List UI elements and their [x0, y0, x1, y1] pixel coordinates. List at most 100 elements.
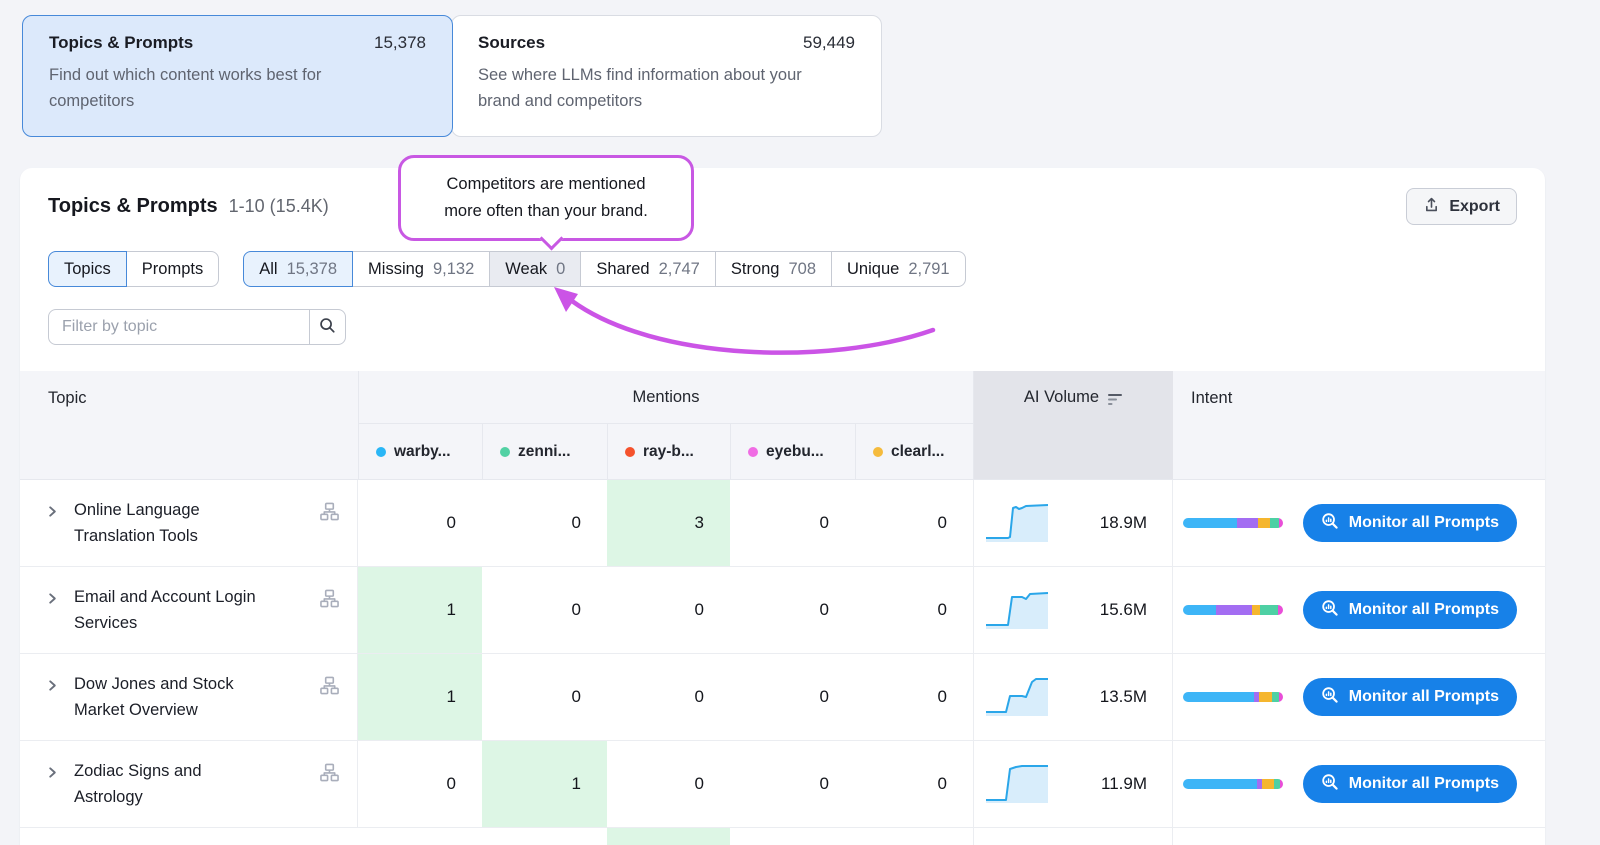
mention-cell: 0: [730, 567, 855, 653]
column-header-competitor-3[interactable]: ray-b...: [607, 424, 730, 479]
topic-name[interactable]: Dow Jones and Stock Market Overview: [74, 671, 272, 723]
topics-table: Topic Mentions warby... zenni... ray-b..…: [20, 371, 1545, 845]
panel-header: Topics & Prompts 1-10 (15.4K) Export: [20, 168, 1545, 225]
subtopics-icon[interactable]: [320, 589, 339, 613]
subtopics-icon[interactable]: [320, 676, 339, 700]
monitor-all-prompts-button[interactable]: Monitor all Prompts: [1303, 591, 1517, 629]
mention-cell: 0: [607, 567, 730, 653]
topics-prompts-panel: Topics & Prompts 1-10 (15.4K) Export Top…: [20, 168, 1545, 845]
column-header-competitor-1[interactable]: warby...: [358, 424, 482, 479]
mention-cell: 0: [482, 480, 607, 566]
filter-chip-missing[interactable]: Missing9,132: [352, 251, 490, 287]
ai-volume-cell: 11.9M: [973, 741, 1173, 827]
mention-cell: 0: [855, 567, 973, 653]
column-header-competitor-5[interactable]: clearl...: [855, 424, 973, 479]
intent-cell: Monitor all Prompts: [1173, 480, 1545, 566]
tab-count: 59,449: [803, 33, 855, 53]
topic-name[interactable]: Email and Account Login Services: [74, 584, 272, 636]
column-header-ai-volume[interactable]: AI Volume: [973, 371, 1173, 479]
monitor-all-prompts-button[interactable]: Monitor all Prompts: [1303, 765, 1517, 803]
mention-cell: 0: [855, 480, 973, 566]
intent-bar: [1183, 692, 1283, 702]
monitor-all-prompts-button[interactable]: Monitor all Prompts: [1303, 504, 1517, 542]
competitor-dot: [748, 447, 758, 457]
intent-cell: Monitor all Prompts: [1173, 741, 1545, 827]
ai-volume-sparkline: [986, 761, 1052, 807]
column-header-mentions: Mentions: [358, 371, 973, 424]
ai-volume-sparkline: [986, 587, 1052, 633]
table-row-partial: [20, 828, 1545, 845]
topics-prompts-page: Topics & Prompts 15,378 Find out which c…: [0, 0, 1600, 845]
filter-chip-all[interactable]: All15,378: [243, 251, 353, 287]
filter-chip-unique[interactable]: Unique2,791: [831, 251, 966, 287]
mention-cell: 0: [607, 654, 730, 740]
filters-row: Topics Prompts All15,378 Missing9,132 We…: [48, 251, 1545, 287]
filter-chip-strong[interactable]: Strong708: [715, 251, 832, 287]
tab-card-topics-prompts[interactable]: Topics & Prompts 15,378 Find out which c…: [22, 15, 453, 137]
export-label: Export: [1449, 198, 1500, 216]
topic-name[interactable]: Online Language Translation Tools: [74, 497, 272, 549]
competitor-dot: [625, 447, 635, 457]
export-button[interactable]: Export: [1406, 188, 1517, 225]
search-button[interactable]: [309, 309, 346, 345]
tab-description: See where LLMs find information about yo…: [478, 62, 818, 114]
filter-chip-weak[interactable]: Weak0: [489, 251, 581, 287]
tab-description: Find out which content works best for co…: [49, 62, 389, 114]
tab-title: Topics & Prompts: [49, 33, 193, 53]
mention-cell: 0: [358, 480, 482, 566]
mention-cell: 1: [358, 567, 482, 653]
mention-cell: 0: [607, 741, 730, 827]
summary-tabs: Topics & Prompts 15,378 Find out which c…: [22, 15, 882, 137]
mention-filter-chips: All15,378 Missing9,132 Weak0 Shared2,747…: [243, 251, 965, 287]
intent-cell: Monitor all Prompts: [1173, 567, 1545, 653]
export-icon: [1423, 196, 1440, 218]
monitor-all-prompts-button[interactable]: Monitor all Prompts: [1303, 678, 1517, 716]
monitor-button-label: Monitor all Prompts: [1349, 775, 1499, 793]
competitor-dot: [376, 447, 386, 457]
toggle-topics[interactable]: Topics: [48, 251, 127, 287]
table-row: Zodiac Signs and Astrology 0 1 0 0 0 11.…: [20, 741, 1545, 828]
topic-name[interactable]: Zodiac Signs and Astrology: [74, 758, 272, 810]
tooltip-line-2: more often than your brand.: [409, 198, 683, 225]
topic-cell: Zodiac Signs and Astrology: [20, 741, 358, 827]
tab-title: Sources: [478, 33, 545, 53]
column-header-topic: Topic: [20, 371, 358, 479]
mention-cell: 0: [482, 654, 607, 740]
table-header: Topic Mentions warby... zenni... ray-b..…: [20, 371, 1545, 480]
monitor-magnifier-icon: [1321, 512, 1339, 535]
intent-bar: [1183, 518, 1283, 528]
subtopics-icon[interactable]: [320, 763, 339, 787]
expand-chevron-icon[interactable]: [46, 505, 59, 523]
view-toggle: Topics Prompts: [48, 251, 219, 287]
ai-volume-cell: 13.5M: [973, 654, 1173, 740]
panel-title: Topics & Prompts: [48, 195, 218, 218]
expand-chevron-icon[interactable]: [46, 766, 59, 784]
mention-cell: 1: [358, 654, 482, 740]
ai-volume-value: 11.9M: [1052, 774, 1147, 794]
tab-card-sources[interactable]: Sources 59,449 See where LLMs find infor…: [451, 15, 882, 137]
column-header-competitor-2[interactable]: zenni...: [482, 424, 607, 479]
topic-cell: Online Language Translation Tools: [20, 480, 358, 566]
monitor-button-label: Monitor all Prompts: [1349, 514, 1499, 532]
partial-row-volume-cell: [973, 828, 1173, 845]
mention-cell: 0: [855, 741, 973, 827]
mention-cell: 3: [607, 480, 730, 566]
mention-cell: 0: [730, 654, 855, 740]
monitor-button-label: Monitor all Prompts: [1349, 688, 1499, 706]
intent-bar: [1183, 779, 1283, 789]
column-header-competitor-4[interactable]: eyebu...: [730, 424, 855, 479]
ai-volume-cell: 15.6M: [973, 567, 1173, 653]
column-header-intent: Intent: [1173, 371, 1545, 479]
filter-chip-shared[interactable]: Shared2,747: [580, 251, 716, 287]
expand-chevron-icon[interactable]: [46, 679, 59, 697]
filter-by-topic-input[interactable]: [48, 309, 310, 345]
toggle-prompts[interactable]: Prompts: [126, 251, 219, 287]
table-row: Online Language Translation Tools 0 0 3 …: [20, 480, 1545, 567]
expand-chevron-icon[interactable]: [46, 592, 59, 610]
intent-bar: [1183, 605, 1283, 615]
subtopics-icon[interactable]: [320, 502, 339, 526]
ai-volume-sparkline: [986, 674, 1052, 720]
ai-volume-value: 15.6M: [1052, 600, 1147, 620]
table-row: Dow Jones and Stock Market Overview 1 0 …: [20, 654, 1545, 741]
tab-count: 15,378: [374, 33, 426, 53]
